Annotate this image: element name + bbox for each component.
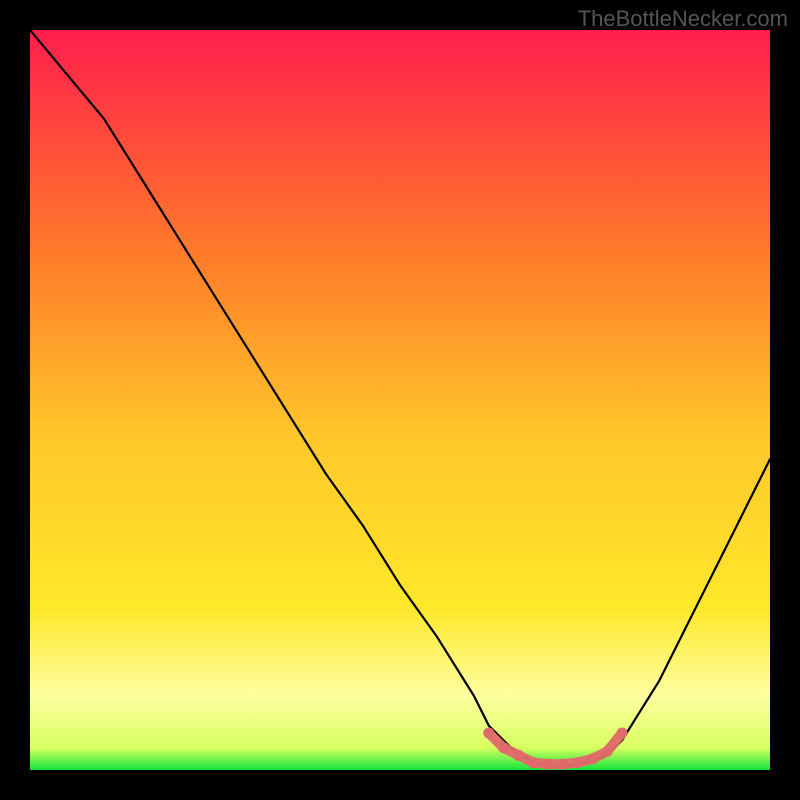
- marker-dot: [513, 750, 524, 761]
- marker-dot: [543, 759, 554, 770]
- marker-dot: [498, 742, 509, 753]
- marker-dot: [602, 746, 613, 757]
- marker-dot: [617, 728, 628, 739]
- plot-area: [30, 30, 770, 770]
- marker-dot: [572, 757, 583, 768]
- gradient-background: [30, 30, 770, 770]
- marker-dot: [587, 753, 598, 764]
- marker-dot: [557, 759, 568, 770]
- chart-svg: [30, 30, 770, 770]
- watermark-text: TheBottleNecker.com: [578, 6, 788, 32]
- chart-canvas: TheBottleNecker.com: [0, 0, 800, 800]
- marker-dot: [483, 728, 494, 739]
- marker-dot: [528, 757, 539, 768]
